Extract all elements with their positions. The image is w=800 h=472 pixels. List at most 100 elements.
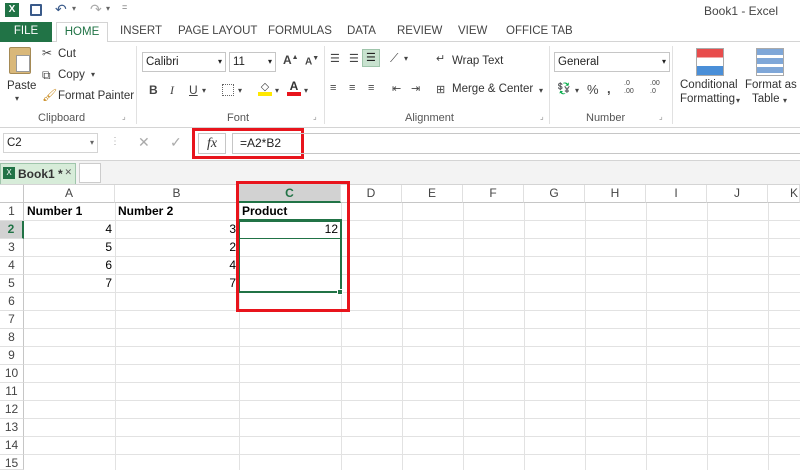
middle-align-icon[interactable]: ☰ [349, 52, 359, 65]
align-left-icon[interactable]: ≡ [330, 82, 336, 94]
spreadsheet-grid[interactable]: A B C D E F G H I J K 1 2 3 4 5 6 7 8 9 … [0, 181, 800, 470]
alignment-launcher-icon[interactable]: ⌟ [540, 112, 544, 121]
row-header-4[interactable]: 4 [0, 257, 24, 275]
accounting-dropdown-icon[interactable]: ▾ [575, 86, 579, 95]
font-color-icon[interactable]: A [287, 80, 301, 96]
align-center-icon[interactable]: ≡ [349, 82, 355, 94]
cell-b2[interactable]: 3 [115, 221, 239, 238]
row-header-15[interactable]: 15 [0, 455, 24, 470]
row-header-6[interactable]: 6 [0, 293, 24, 311]
row-header-10[interactable]: 10 [0, 365, 24, 383]
paste-button[interactable]: Paste [7, 80, 36, 92]
decrease-indent-icon[interactable]: ⇤ [392, 82, 401, 95]
row-header-14[interactable]: 14 [0, 437, 24, 455]
row-header-7[interactable]: 7 [0, 311, 24, 329]
orientation-dropdown-icon[interactable]: ▾ [404, 54, 408, 63]
borders-dropdown-icon[interactable]: ▾ [238, 86, 242, 95]
copy-button[interactable]: Copy [58, 69, 85, 81]
paste-dropdown-icon[interactable]: ▾ [15, 94, 19, 103]
column-header-f[interactable]: F [463, 185, 524, 203]
underline-icon[interactable]: U [189, 83, 198, 97]
increase-font-icon[interactable]: A▲ [283, 53, 299, 67]
orientation-icon[interactable]: ⟋ [390, 51, 398, 66]
name-box[interactable]: C2 ▾ [3, 133, 98, 153]
tab-insert[interactable]: INSERT [120, 22, 162, 42]
cell-a3[interactable]: 5 [24, 239, 115, 256]
cell-a1[interactable]: Number 1 [24, 203, 115, 220]
fill-color-dropdown-icon[interactable]: ▾ [275, 86, 279, 95]
formula-input[interactable]: =A2*B2 [232, 133, 800, 154]
tab-data[interactable]: DATA [347, 22, 376, 42]
column-header-i[interactable]: I [646, 185, 707, 203]
accounting-format-icon[interactable]: 💱 [557, 82, 571, 95]
percent-style-icon[interactable]: % [587, 82, 599, 97]
format-as-table-label-2[interactable]: Table [752, 93, 780, 105]
column-header-k[interactable]: K [768, 185, 800, 203]
increase-decimal-icon[interactable]: .0.00 [624, 80, 634, 96]
paste-icon[interactable] [9, 47, 31, 74]
decrease-decimal-icon[interactable]: .00.0 [650, 80, 660, 96]
tab-page-layout[interactable]: PAGE LAYOUT [178, 22, 257, 42]
row-header-13[interactable]: 13 [0, 419, 24, 437]
row-header-11[interactable]: 11 [0, 383, 24, 401]
font-name-select[interactable]: Calibri ▾ [142, 52, 226, 72]
format-painter-button[interactable]: Format Painter [58, 90, 134, 102]
conditional-formatting-icon[interactable] [696, 48, 724, 76]
row-header-3[interactable]: 3 [0, 239, 24, 257]
new-tab-button[interactable] [79, 163, 101, 183]
number-launcher-icon[interactable]: ⌟ [659, 112, 663, 121]
tab-view[interactable]: VIEW [458, 22, 487, 42]
merge-center-button[interactable]: Merge & Center [452, 83, 533, 95]
cell-a4[interactable]: 6 [24, 257, 115, 274]
cell-b5[interactable]: 7 [115, 275, 239, 292]
number-format-select[interactable]: General ▾ [554, 52, 670, 72]
column-header-j[interactable]: J [707, 185, 768, 203]
conditional-formatting-dropdown-icon[interactable]: ▾ [736, 96, 740, 105]
conditional-formatting-label-2[interactable]: Formatting [680, 93, 735, 105]
format-as-table-label-1[interactable]: Format as [745, 79, 797, 91]
select-all-corner[interactable] [0, 185, 24, 203]
cell-b1[interactable]: Number 2 [115, 203, 239, 220]
wrap-text-button[interactable]: Wrap Text [452, 55, 503, 67]
tab-home[interactable]: HOME [56, 22, 108, 43]
row-header-5[interactable]: 5 [0, 275, 24, 293]
borders-icon[interactable] [222, 84, 234, 96]
comma-style-icon[interactable]: , [607, 81, 611, 96]
cancel-icon[interactable]: ✕ [138, 134, 150, 151]
font-size-select[interactable]: 11 ▾ [229, 52, 276, 72]
column-header-e[interactable]: E [402, 185, 463, 203]
close-tab-icon[interactable]: ✕ [64, 167, 72, 178]
font-launcher-icon[interactable]: ⌟ [313, 112, 317, 121]
merge-dropdown-icon[interactable]: ▾ [539, 86, 543, 95]
cell-a2[interactable]: 4 [24, 221, 115, 238]
increase-indent-icon[interactable]: ⇥ [411, 82, 420, 95]
row-header-9[interactable]: 9 [0, 347, 24, 365]
top-align-icon[interactable]: ☰ [330, 52, 340, 65]
insert-function-icon[interactable]: fx [198, 133, 226, 154]
align-right-icon[interactable]: ≡ [368, 82, 374, 94]
column-header-g[interactable]: G [524, 185, 585, 203]
workbook-tab[interactable]: X Book1 * ✕ [0, 163, 76, 184]
underline-dropdown-icon[interactable]: ▾ [202, 86, 206, 95]
column-header-a[interactable]: A [24, 185, 115, 203]
bottom-align-icon[interactable]: ☰ [362, 49, 380, 67]
enter-icon[interactable]: ✓ [170, 134, 182, 151]
font-color-dropdown-icon[interactable]: ▾ [304, 86, 308, 95]
row-header-8[interactable]: 8 [0, 329, 24, 347]
cell-b4[interactable]: 4 [115, 257, 239, 274]
bold-icon[interactable]: B [149, 83, 158, 97]
tab-review[interactable]: REVIEW [397, 22, 442, 42]
decrease-font-icon[interactable]: A▼ [305, 55, 319, 67]
row-header-12[interactable]: 12 [0, 401, 24, 419]
column-header-b[interactable]: B [115, 185, 239, 203]
copy-dropdown-icon[interactable]: ▾ [91, 70, 95, 79]
format-as-table-icon[interactable] [756, 48, 784, 76]
format-as-table-dropdown-icon[interactable]: ▾ [783, 96, 787, 105]
conditional-formatting-label-1[interactable]: Conditional [680, 79, 738, 91]
row-header-2[interactable]: 2 [0, 221, 24, 239]
column-header-h[interactable]: H [585, 185, 646, 203]
italic-icon[interactable]: I [170, 83, 174, 98]
cut-button[interactable]: Cut [58, 48, 76, 60]
cell-a5[interactable]: 7 [24, 275, 115, 292]
clipboard-launcher-icon[interactable]: ⌟ [122, 112, 126, 121]
